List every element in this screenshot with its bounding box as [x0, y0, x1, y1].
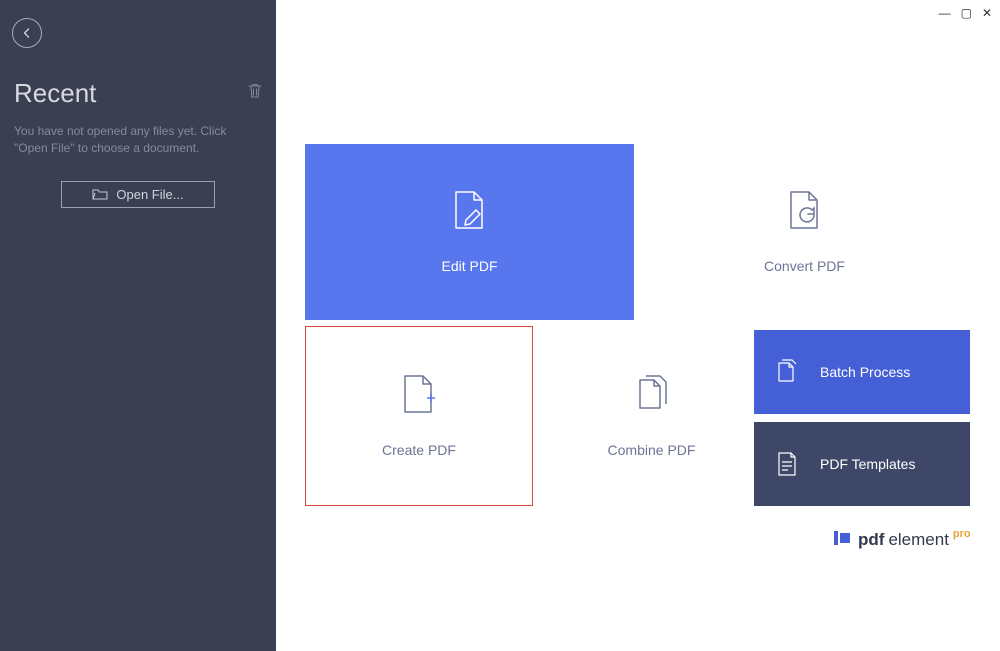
recent-header: Recent	[14, 78, 262, 109]
minimize-button[interactable]: —	[939, 6, 951, 20]
recent-empty-message: You have not opened any files yet. Click…	[14, 123, 262, 157]
tile-convert-label: Convert PDF	[764, 258, 845, 274]
main-content: — ▢ ✕ Edit PDF Convert PDF Create PDF Co…	[276, 0, 1000, 651]
brand-element: element	[888, 530, 948, 550]
back-button[interactable]	[12, 18, 42, 48]
side-tiles: Batch Process PDF Templates	[754, 330, 970, 506]
folder-icon	[92, 188, 108, 200]
tile-combine-pdf[interactable]: Combine PDF	[539, 326, 764, 506]
sidebar: Recent You have not opened any files yet…	[0, 0, 276, 651]
tile-edit-label: Edit PDF	[441, 258, 497, 274]
window-controls: — ▢ ✕	[939, 6, 992, 20]
trash-button[interactable]	[248, 83, 262, 104]
open-file-label: Open File...	[116, 187, 183, 202]
brand-logo: pdfelement pro	[834, 530, 971, 550]
combine-pdf-icon	[632, 374, 672, 414]
brand-pdf: pdf	[858, 530, 884, 550]
templates-icon	[776, 451, 798, 477]
create-pdf-icon	[401, 374, 437, 414]
close-button[interactable]: ✕	[982, 6, 992, 20]
maximize-button[interactable]: ▢	[961, 6, 972, 20]
tile-templates-label: PDF Templates	[820, 456, 915, 472]
edit-pdf-icon	[452, 190, 488, 230]
brand-pro: pro	[953, 528, 971, 540]
chevron-left-icon	[21, 27, 33, 39]
convert-pdf-icon	[787, 190, 823, 230]
open-file-button[interactable]: Open File...	[61, 181, 215, 208]
tile-create-label: Create PDF	[382, 442, 456, 458]
trash-icon	[248, 83, 262, 99]
tile-batch-process[interactable]: Batch Process	[754, 330, 970, 414]
batch-icon	[776, 359, 798, 385]
tile-create-pdf[interactable]: Create PDF	[305, 326, 533, 506]
recent-title: Recent	[14, 78, 96, 109]
brand-mark-icon	[834, 531, 850, 545]
tile-convert-pdf[interactable]: Convert PDF	[640, 144, 969, 320]
tile-edit-pdf[interactable]: Edit PDF	[305, 144, 634, 320]
tile-pdf-templates[interactable]: PDF Templates	[754, 422, 970, 506]
tile-batch-label: Batch Process	[820, 364, 910, 380]
tile-combine-label: Combine PDF	[608, 442, 696, 458]
